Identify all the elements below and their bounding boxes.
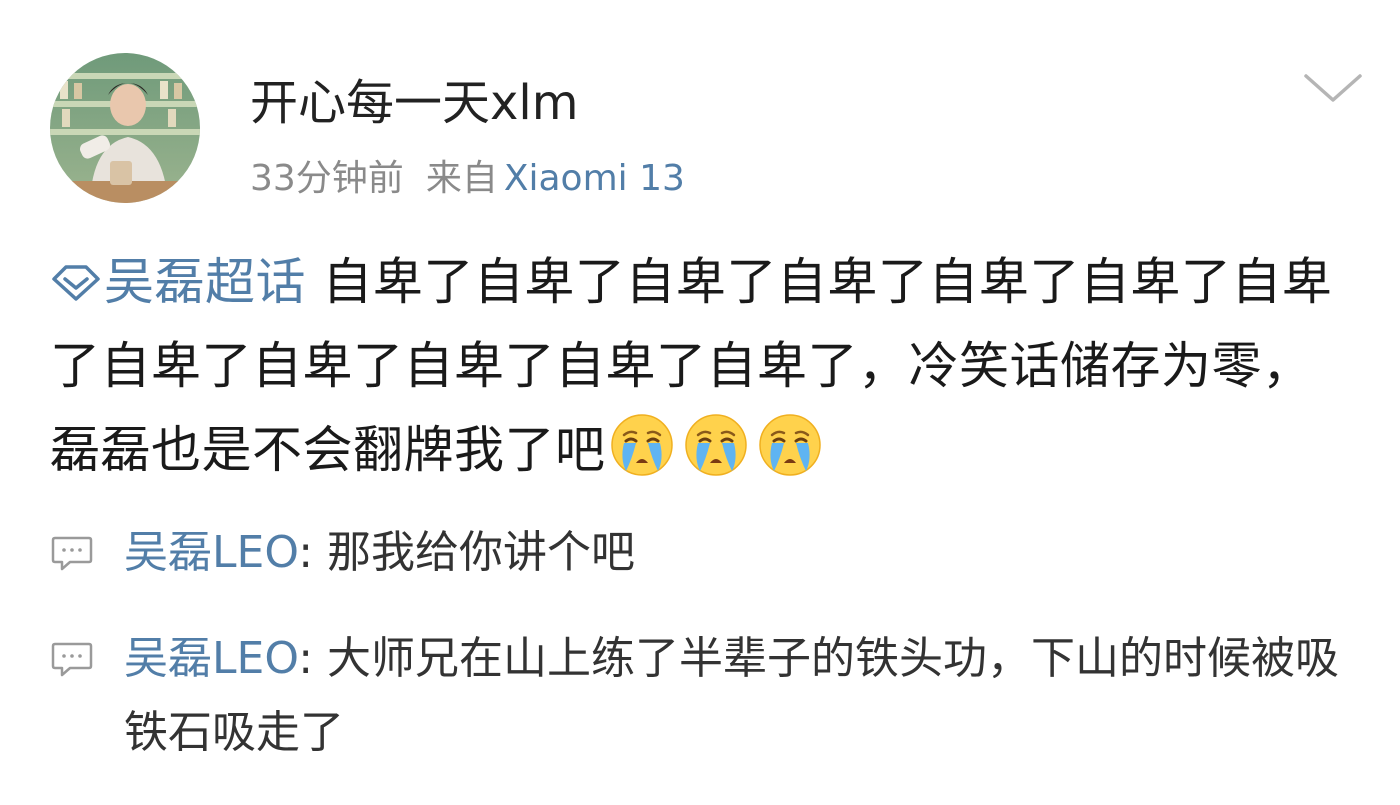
device-link[interactable]: Xiaomi 13 — [504, 158, 685, 199]
super-topic-label: 吴磊超话 — [104, 253, 306, 311]
comment-body: 吴磊LEO: 那我给你讲个吧 — [124, 516, 1350, 590]
comment-separator: : — [298, 527, 327, 578]
comment-item[interactable]: 吴磊LEO: 大师兄在山上练了半辈子的铁头功，下山的时候被吸铁石吸走了 — [50, 622, 1350, 770]
avatar-image — [50, 53, 200, 203]
chevron-down-icon[interactable] — [1300, 62, 1366, 112]
post-meta: 33分钟前 来自 Xiaomi 13 — [250, 152, 685, 206]
comment-icon — [51, 642, 93, 677]
diamond-icon — [52, 265, 100, 301]
comment-body: 吴磊LEO: 大师兄在山上练了半辈子的铁头功，下山的时候被吸铁石吸走了 — [124, 622, 1350, 770]
source-label: 来自 — [425, 158, 498, 199]
weibo-post-card: 开心每一天xlm 33分钟前 来自 Xiaomi 13 吴磊超话 自卑了自卑了自卑了… — [0, 0, 1400, 805]
post-content: 吴磊超话 自卑了自卑了自卑了自卑了自卑了自卑了自卑了自卑了自卑了自卑了自卑了自卑… — [50, 240, 1350, 492]
crying-emoji-icon — [684, 414, 747, 476]
comment-author[interactable]: 吴磊LEO — [124, 527, 298, 578]
username[interactable]: 开心每一天xlm — [250, 70, 579, 136]
comment-icon — [51, 536, 93, 571]
post-time: 33分钟前 — [250, 158, 404, 199]
super-topic-link[interactable]: 吴磊超话 — [50, 253, 306, 311]
comment-text: 那我给你讲个吧 — [327, 527, 635, 578]
comment-item[interactable]: 吴磊LEO: 那我给你讲个吧 — [50, 516, 1350, 590]
crying-emoji-icon — [758, 414, 821, 476]
crying-emoji-icon — [610, 414, 673, 476]
comment-author[interactable]: 吴磊LEO — [124, 633, 298, 684]
comment-separator: : — [298, 633, 327, 684]
avatar[interactable] — [50, 53, 200, 203]
